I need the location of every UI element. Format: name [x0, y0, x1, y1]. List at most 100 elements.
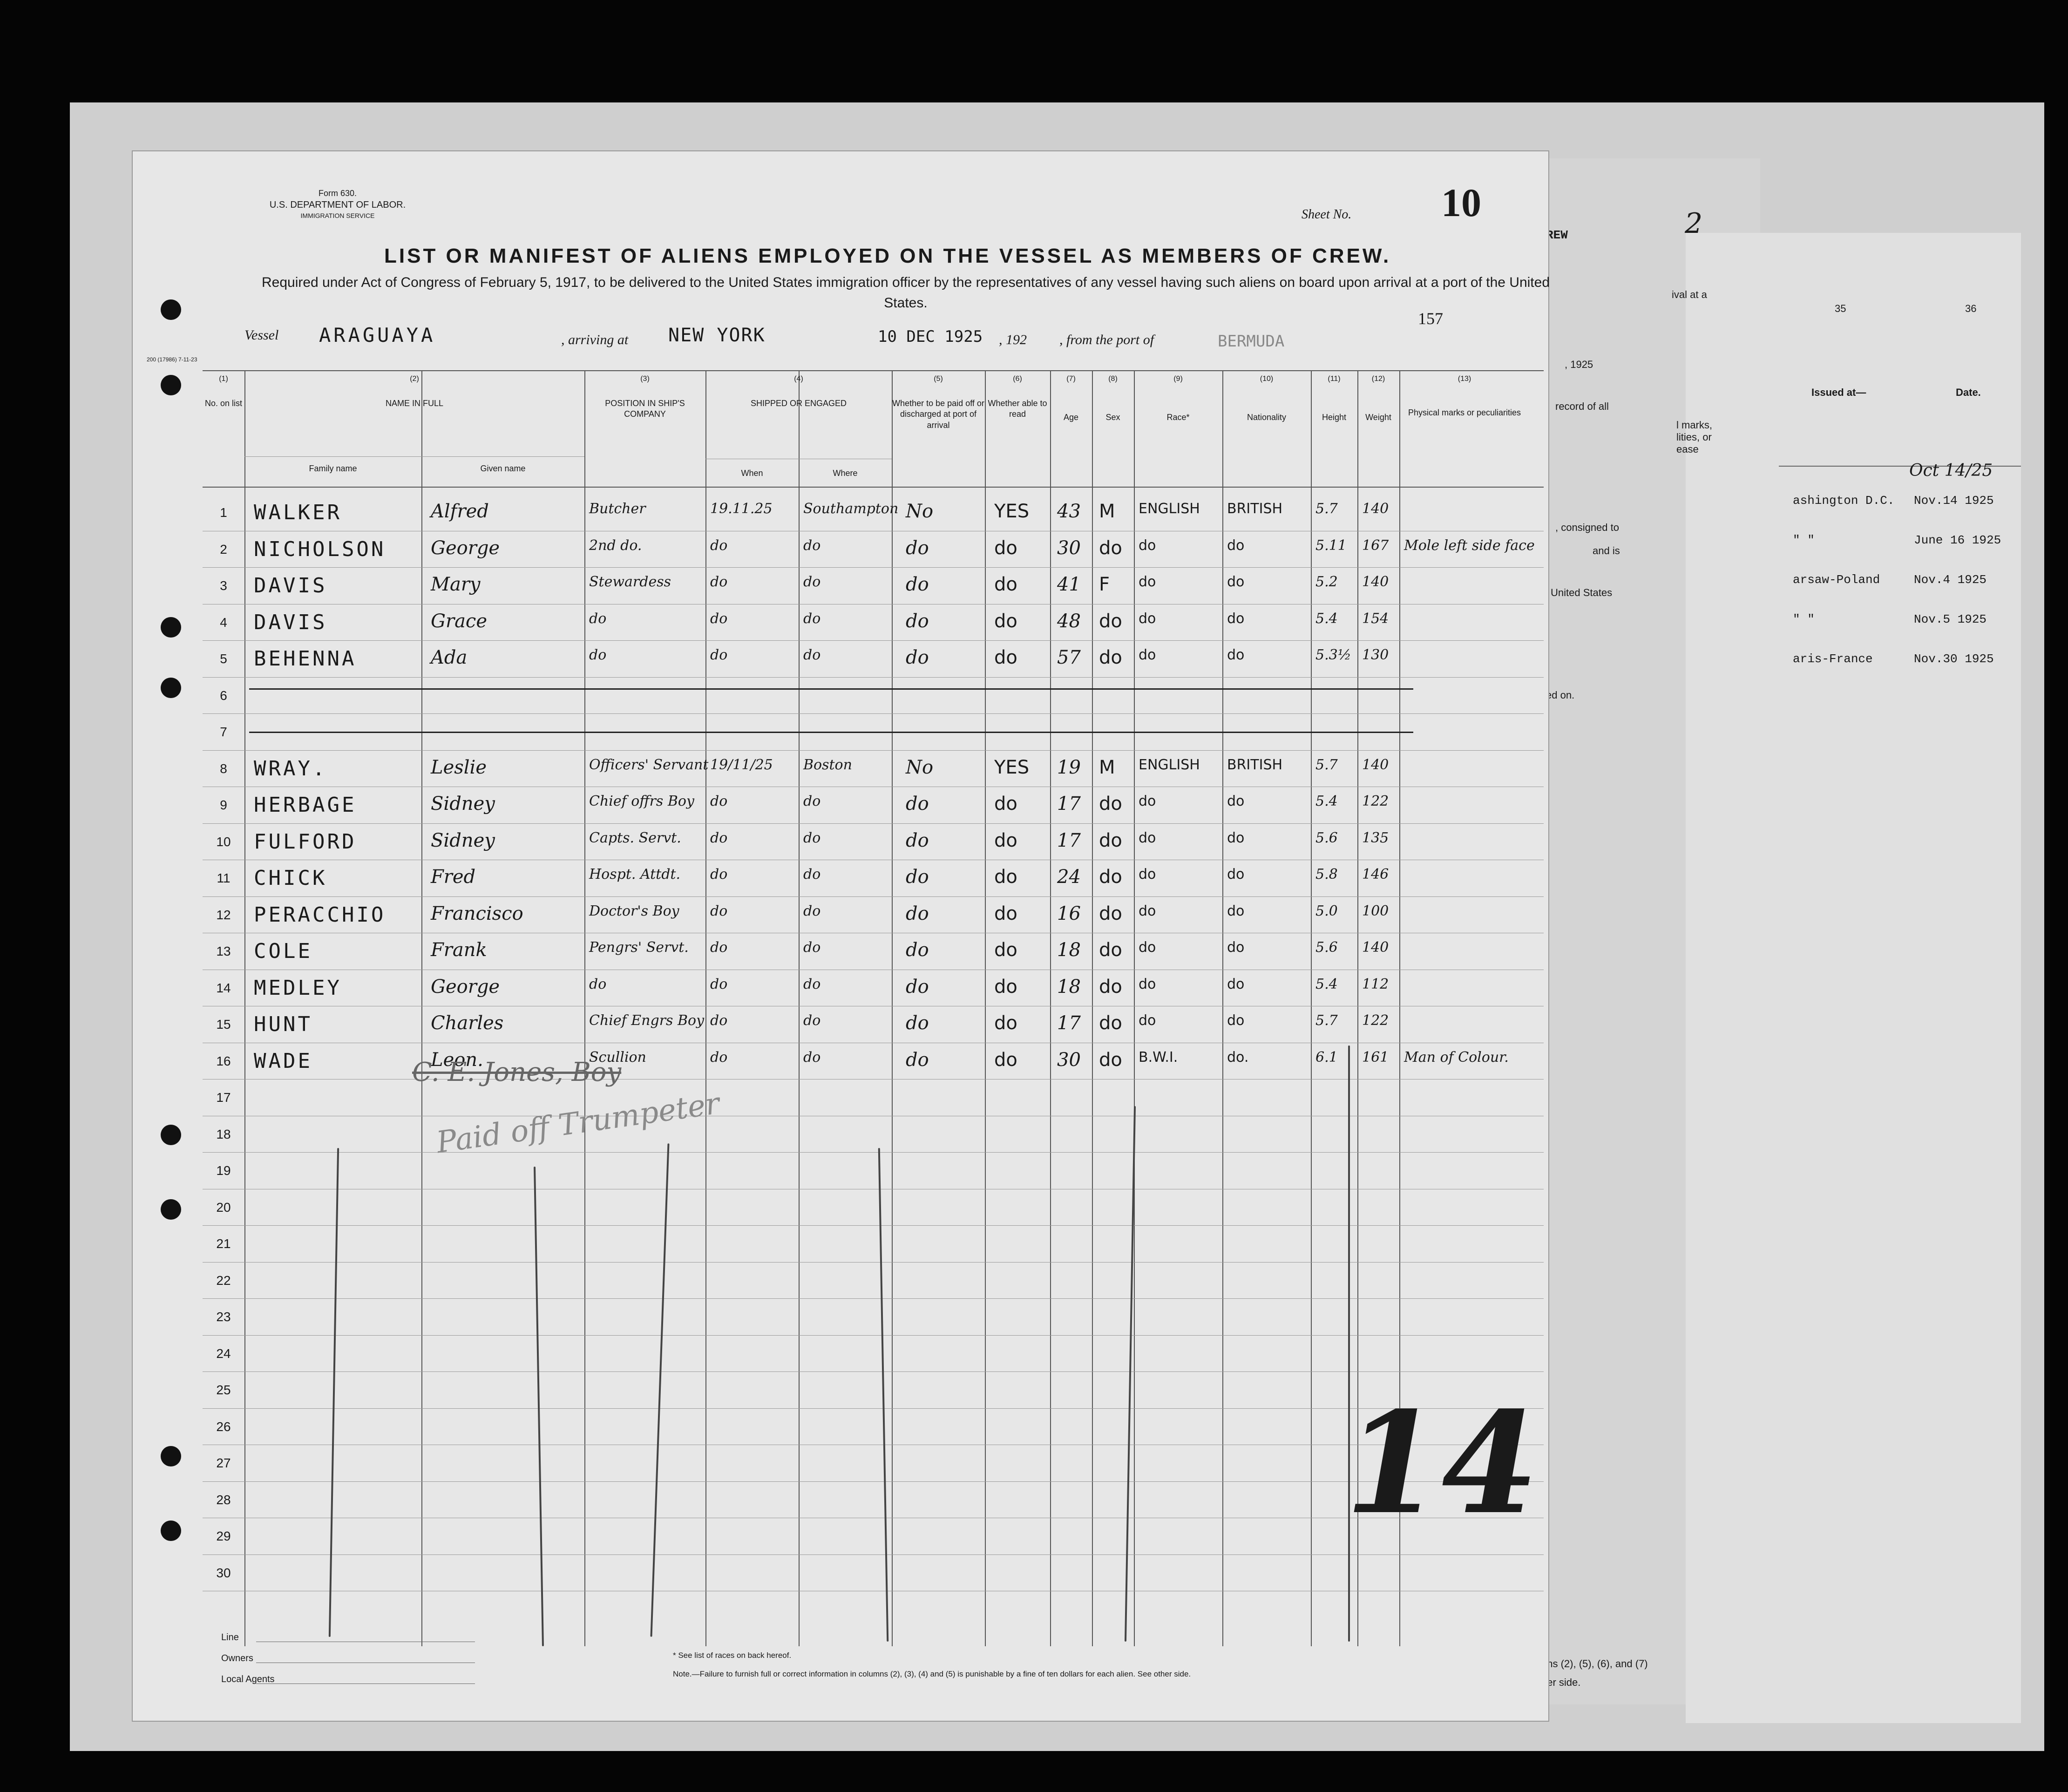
header-rule [203, 370, 1544, 371]
manifest-table: (1) (2) (3) (4) (5) (6) (7) (8) (9) (10) (11) (12) (… [203, 370, 1544, 1646]
sex: M [1099, 501, 1115, 522]
given-name: George [431, 537, 500, 559]
header-race: Race* [1166, 413, 1190, 422]
shipped-where: do [803, 1049, 821, 1066]
paid-off: do [906, 976, 929, 998]
paid-off: do [906, 1012, 929, 1034]
department: U.S. DEPARTMENT OF LABOR. [269, 200, 406, 210]
row-rule [203, 1408, 1544, 1409]
header-age: Age [1063, 413, 1079, 422]
paid-off: No [906, 501, 934, 522]
form-number: Form 630. [318, 189, 357, 198]
height: 5.2 [1315, 574, 1338, 590]
shipped-when: do [710, 574, 728, 590]
column-rule [421, 370, 422, 1646]
punch-hole [161, 299, 181, 320]
weight: 154 [1362, 610, 1389, 627]
punch-hole [161, 1199, 181, 1220]
shipped-when: do [710, 793, 728, 809]
position-in-company: Chief Engrs Boy [589, 1012, 705, 1029]
race: B.W.I. [1139, 1049, 1178, 1066]
nationality: do [1227, 976, 1245, 992]
marks-fragment: l marks, lities, or ease [1676, 419, 1712, 455]
position-in-company: Chief offrs Boy [589, 793, 694, 809]
column-number: (9) [1173, 375, 1183, 383]
shipped-where: do [803, 574, 821, 590]
row-number: 15 [216, 1017, 231, 1032]
shipped-when: do [710, 647, 728, 663]
row-number: 5 [220, 652, 227, 666]
header-paid-off: Whether to be paid off or discharged at … [892, 399, 984, 430]
row-rule [203, 1554, 1544, 1555]
nationality: do [1227, 647, 1245, 663]
header-rule [203, 487, 1544, 488]
row-rule [203, 1225, 1544, 1226]
row-number: 30 [216, 1565, 231, 1580]
column-number: (13) [1458, 375, 1471, 383]
issued-date: Nov.4 1925 [1914, 573, 1987, 587]
given-name: Grace [431, 610, 487, 632]
issued-date: Nov.30 1925 [1914, 652, 1994, 666]
column-rule [1050, 370, 1051, 1646]
weight: 100 [1362, 903, 1389, 919]
service: IMMIGRATION SERVICE [300, 212, 375, 220]
weight: 122 [1362, 793, 1389, 809]
shipped-when: do [710, 1049, 728, 1066]
row-number: 28 [216, 1492, 231, 1507]
header-sex: Sex [1105, 413, 1120, 422]
paid-off: do [906, 647, 929, 668]
age: 16 [1057, 903, 1081, 924]
nationality: do [1227, 610, 1245, 627]
column-rule [985, 370, 986, 1646]
footer-rule [256, 1683, 475, 1684]
given-name: Mary [431, 574, 481, 595]
print-code: 200 (17986) 7-11-23 [147, 356, 197, 363]
manifest-sheet: Form 630. U.S. DEPARTMENT OF LABOR. IMMI… [133, 151, 1553, 1721]
nationality: BRITISH [1227, 501, 1283, 517]
sex: do [1099, 647, 1122, 668]
height: 5.11 [1315, 537, 1347, 554]
shipped-where: do [803, 939, 821, 956]
paid-off: do [906, 574, 929, 595]
vessel-label: Vessel [244, 327, 279, 343]
age: 18 [1057, 939, 1081, 961]
sex: do [1099, 1049, 1122, 1071]
row-number: 2 [220, 542, 227, 557]
column-rule [705, 370, 706, 1646]
header-given-name: Given name [480, 464, 526, 473]
date-stamp: 10 DEC 1925 [878, 327, 983, 346]
position-in-company: do [589, 610, 607, 627]
age: 30 [1057, 1049, 1081, 1071]
family-name: CHICK [254, 866, 327, 890]
column-number: (8) [1108, 375, 1118, 383]
race: do [1139, 537, 1156, 554]
column-number: (10) [1260, 375, 1274, 383]
issued-place: " " [1793, 612, 1815, 626]
weight: 161 [1362, 1049, 1389, 1066]
height: 5.8 [1315, 866, 1338, 882]
row-number: 29 [216, 1529, 231, 1543]
paid-off: No [906, 756, 934, 778]
header-able-to-read: Whether able to read [988, 399, 1047, 419]
race: ENGLISH [1139, 501, 1200, 517]
row-number: 16 [216, 1053, 231, 1068]
able-to-read: do [994, 793, 1017, 815]
header-marks: Physical marks or peculiarities [1408, 408, 1521, 417]
row-number: 26 [216, 1419, 231, 1434]
shipped-where: Boston [803, 756, 852, 773]
age: 24 [1057, 866, 1081, 888]
weight: 146 [1362, 866, 1389, 882]
family-name: DAVIS [254, 574, 327, 597]
position-in-company: do [589, 976, 607, 992]
punch-hole [161, 1520, 181, 1541]
shipped-where: do [803, 610, 821, 627]
column-rule [799, 370, 800, 1646]
position-in-company: Pengrs' Servt. [589, 939, 689, 956]
able-to-read: do [994, 574, 1017, 595]
sex: do [1099, 976, 1122, 998]
paid-off: do [906, 537, 929, 559]
family-name: NICHOLSON [254, 537, 386, 561]
issued-date: Nov.5 1925 [1914, 612, 1987, 626]
given-name: Sidney [431, 793, 495, 815]
header-where: Where [833, 468, 858, 478]
